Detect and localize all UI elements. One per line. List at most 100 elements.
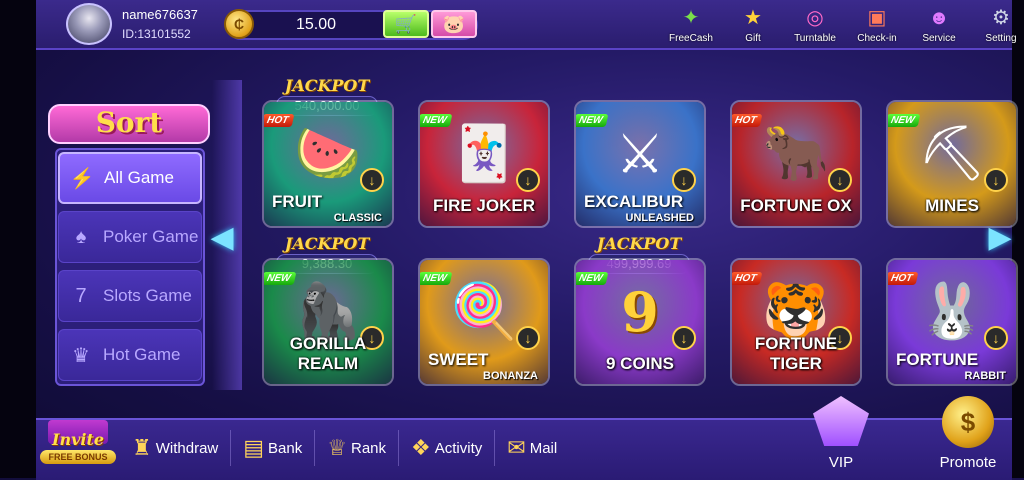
crown-icon: ♛: [72, 344, 90, 367]
nav-mail[interactable]: ✉ Mail: [494, 430, 569, 466]
promote-label: Promote: [939, 454, 997, 471]
hot-badge: HOT: [732, 114, 763, 127]
sort-all-game[interactable]: ⚡ All Game: [58, 152, 202, 204]
sort-hot-game[interactable]: ♛ Hot Game: [58, 329, 202, 381]
new-badge: NEW: [420, 272, 453, 285]
top-menu: ✦ FreeCash ★ Gift ◎ Turntable ▣ Check-in ☻ S…: [660, 2, 1024, 46]
download-icon[interactable]: ↓: [828, 168, 852, 192]
bottom-nav: ♜ Withdraw ▤ Bank ♕ Rank ❖ Activity ✉ Mail: [120, 430, 569, 466]
screen-edge-left: [0, 0, 36, 478]
jackpot-title: JACKPOT: [596, 234, 682, 253]
game-name: SWEET: [428, 350, 489, 369]
sort-slots-game[interactable]: 7 Slots Game: [58, 270, 202, 322]
game-emblem-icon: 🃏: [450, 123, 518, 184]
top-menu-gift[interactable]: ★ Gift: [722, 2, 784, 46]
sort-label: Poker Game: [103, 227, 199, 246]
game-name: FORTUNE OX: [740, 196, 852, 215]
top-menu-turntable[interactable]: ◎ Turntable: [784, 2, 846, 46]
promote-coin-icon: $: [942, 396, 994, 448]
game-tile-fortune-ox[interactable]: 🐂 HOT ↓ FORTUNE OX: [730, 100, 862, 228]
activity-icon: ❖: [411, 435, 431, 460]
game-tile-fortune-tiger[interactable]: 🐯 HOT ↓ FORTUNE TIGER: [730, 258, 862, 386]
download-icon[interactable]: ↓: [672, 326, 696, 350]
new-badge: NEW: [888, 114, 921, 127]
vip-button[interactable]: VIP: [800, 390, 882, 476]
game-tile-fire-joker[interactable]: 🃏 NEW ↓ FIRE JOKER: [418, 100, 550, 228]
scroll-left-arrow[interactable]: ◀: [206, 218, 238, 258]
game-tile-mines[interactable]: ⛏ NEW ↓ MINES: [886, 100, 1018, 228]
download-icon[interactable]: ↓: [984, 326, 1008, 350]
sort-poker-game[interactable]: ♠ Poker Game: [58, 211, 202, 263]
top-menu-label: Check-in: [857, 33, 897, 44]
slots-icon: 7: [75, 284, 87, 307]
game-name: FRUIT: [272, 192, 323, 211]
download-icon[interactable]: ↓: [360, 168, 384, 192]
trophy-icon: ♕: [327, 435, 347, 460]
nav-label: Activity: [434, 439, 483, 457]
game-emblem-icon: 🐂: [762, 123, 830, 184]
vip-label: VIP: [828, 454, 854, 471]
nav-activity[interactable]: ❖ Activity: [398, 430, 494, 466]
mail-icon: ✉: [507, 435, 526, 460]
top-menu-freecash[interactable]: ✦ FreeCash: [660, 2, 722, 46]
bank-icon: ▤: [243, 435, 265, 460]
game-tile-gorilla-realm[interactable]: 🦍 NEW ↓ GORILLA REALM: [262, 258, 394, 386]
download-icon[interactable]: ↓: [672, 168, 696, 192]
checkin-icon: ▣: [867, 7, 887, 29]
game-name: FORTUNE: [896, 350, 979, 369]
game-emblem-icon: 9: [621, 280, 659, 345]
nav-label: Bank: [268, 439, 303, 457]
game-name: FORTUNE TIGER: [754, 334, 838, 373]
new-badge: NEW: [264, 272, 297, 285]
nav-bank[interactable]: ▤ Bank: [230, 430, 314, 466]
game-name: GORILLA REALM: [289, 334, 367, 373]
hot-badge: HOT: [264, 114, 295, 127]
game-name: MINES: [925, 196, 979, 215]
service-icon: ☻: [928, 7, 950, 29]
top-menu-label: FreeCash: [669, 33, 713, 44]
game-subtitle: CLASSIC: [333, 212, 382, 224]
download-icon[interactable]: ↓: [516, 168, 540, 192]
game-subtitle: RABBIT: [964, 370, 1006, 382]
top-menu-label: Setting: [985, 33, 1017, 44]
lightning-icon: ⚡: [69, 167, 95, 190]
game-tile-sweet-bonanza[interactable]: 🍭 NEW ↓ SWEET BONANZA: [418, 258, 550, 386]
gift-icon: ★: [744, 7, 762, 29]
nav-label: Withdraw: [155, 439, 219, 457]
new-badge: NEW: [420, 114, 453, 127]
nav-withdraw[interactable]: ♜ Withdraw: [120, 430, 230, 466]
withdraw-icon: ♜: [132, 435, 152, 460]
top-menu-label: Gift: [745, 33, 761, 44]
nav-label: Rank: [350, 439, 387, 457]
game-name: 9 COINS: [605, 354, 675, 373]
download-icon[interactable]: ↓: [984, 168, 1008, 192]
game-emblem-icon: 🐰: [918, 281, 986, 342]
game-emblem-icon: 🍉: [294, 123, 362, 184]
savings-button[interactable]: 🐷: [431, 10, 477, 38]
top-menu-checkin[interactable]: ▣ Check-in: [846, 2, 908, 46]
top-menu-setting[interactable]: ⚙ Setting: [970, 2, 1024, 46]
invite-button[interactable]: Invite FREE BONUS: [38, 420, 118, 466]
freecash-icon: ✦: [682, 7, 700, 29]
game-tile-fruit-classic[interactable]: 🍉 HOT ↓ FRUIT CLASSIC: [262, 100, 394, 228]
nav-label: Mail: [529, 439, 558, 457]
top-menu-label: Service: [922, 33, 956, 44]
download-icon[interactable]: ↓: [516, 326, 540, 350]
nav-rank[interactable]: ♕ Rank: [314, 430, 398, 466]
promote-button[interactable]: $ Promote: [918, 390, 1018, 476]
game-tile-excalibur-unleashed[interactable]: ⚔ NEW ↓ EXCALIBUR UNLEASHED: [574, 100, 706, 228]
username: name676637: [122, 7, 198, 22]
game-tile-9-coins[interactable]: 9 NEW ↓ 9 COINS: [574, 258, 706, 386]
balance-value: 15.00: [295, 16, 337, 33]
poker-icon: ♠: [75, 225, 87, 248]
shop-button[interactable]: 🛒: [383, 10, 429, 38]
hot-badge: HOT: [732, 272, 763, 285]
jackpot-title: JACKPOT: [284, 234, 370, 253]
game-emblem-icon: ⚔: [615, 124, 665, 185]
jackpot-title: JACKPOT: [284, 76, 370, 95]
game-tile-fortune-rabbit[interactable]: 🐰 HOT ↓ FORTUNE RABBIT: [886, 258, 1018, 386]
game-subtitle: UNLEASHED: [625, 212, 694, 224]
top-menu-service[interactable]: ☻ Service: [908, 2, 970, 46]
avatar[interactable]: [66, 3, 112, 45]
gear-icon: ⚙: [992, 7, 1010, 29]
